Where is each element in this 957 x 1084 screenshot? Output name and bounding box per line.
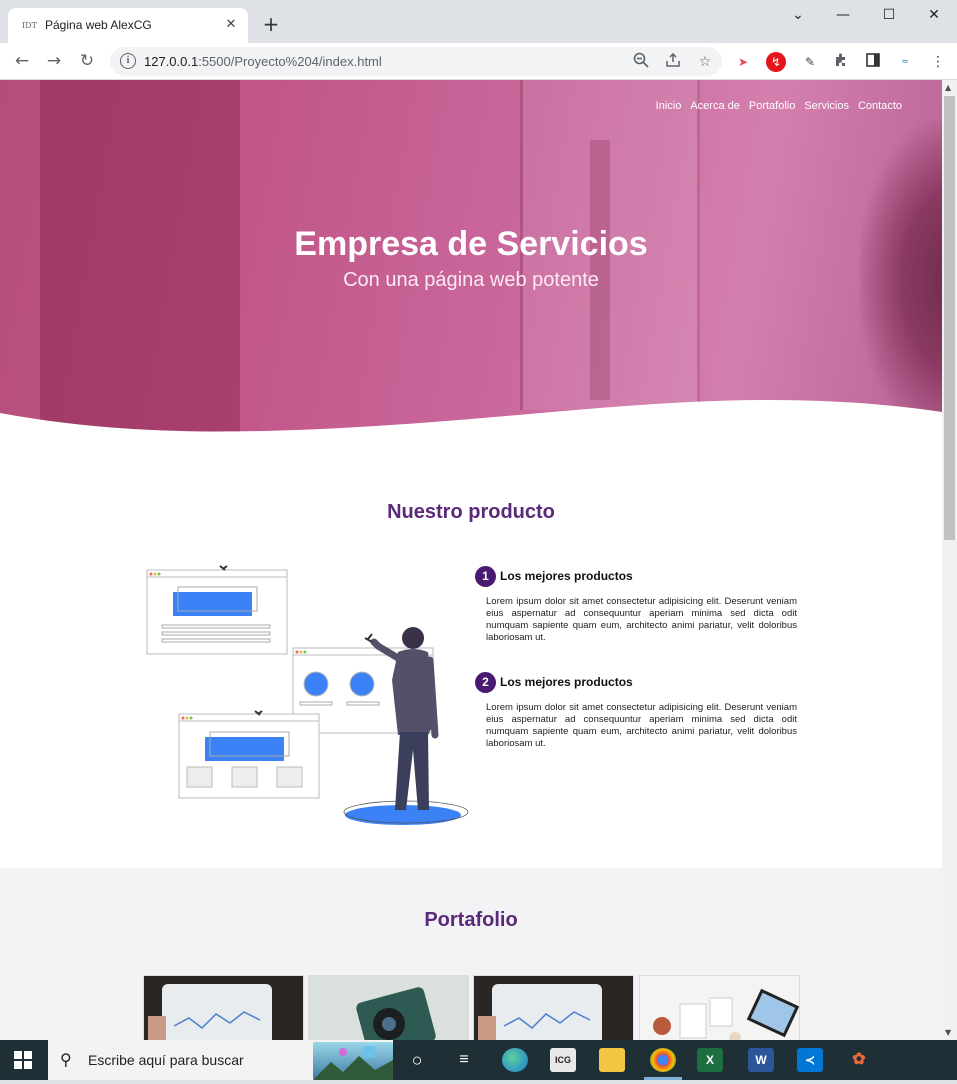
hero-banner: Inicio Acerca de Portafolio Servicios Co… — [0, 80, 942, 435]
share-icon[interactable] — [663, 52, 683, 72]
search-highlight-illustration — [313, 1042, 393, 1080]
task-view-icon[interactable]: ≡ — [451, 1048, 477, 1072]
page-viewport: Inicio Acerca de Portafolio Servicios Co… — [0, 80, 942, 1040]
icg-app-icon[interactable]: ICG — [550, 1048, 576, 1072]
reload-icon[interactable]: ↻ — [76, 50, 98, 72]
scroll-down-arrow-icon[interactable]: ▼ — [945, 1028, 951, 1037]
nav-link-portafolio[interactable]: Portafolio — [749, 100, 795, 112]
scrollbar-thumb[interactable] — [944, 96, 955, 540]
url-host: 127.0.0.1 — [144, 54, 199, 69]
browser-toolbar: ← → ↻ i 127.0.0.1:5500/Proyecto%204/inde… — [0, 43, 957, 80]
product-section-title: Nuestro producto — [387, 501, 555, 523]
taskbar-search-placeholder: Escribe aquí para buscar — [88, 1052, 244, 1068]
feature-description: Lorem ipsum dolor sit amet consectetur a… — [486, 702, 797, 749]
profile-avatar-icon[interactable]: ≈ — [893, 52, 917, 72]
paint-app-icon[interactable]: ✿ — [846, 1048, 872, 1072]
url-path: :5500/Proyecto%204/index.html — [198, 54, 382, 69]
extensions-puzzle-icon[interactable] — [831, 52, 851, 72]
hero-title: Empresa de Servicios — [294, 225, 648, 263]
extension-adblock-icon[interactable]: ↯ — [766, 52, 786, 72]
tab-close-icon[interactable]: ✕ — [222, 16, 240, 34]
feature-title: Los mejores productos — [500, 675, 633, 689]
windows-taskbar: ⚲ Escribe aquí para buscar ○ ≡ ICG X W ≺… — [0, 1040, 957, 1080]
windows-start-icon[interactable] — [14, 1051, 32, 1069]
nav-link-servicios[interactable]: Servicios — [804, 100, 849, 112]
portfolio-section: Portafolio — [0, 868, 942, 1040]
nav-link-inicio[interactable]: Inicio — [656, 100, 682, 112]
hero-subtitle: Con una página web potente — [343, 269, 599, 291]
feature-item: 1 Los mejores productos Lorem ipsum dolo… — [475, 566, 797, 666]
tab-title: Página web AlexCG — [45, 18, 152, 32]
maximize-button[interactable]: ☐ — [866, 0, 912, 32]
portfolio-section-title: Portafolio — [424, 909, 518, 931]
feature-title: Los mejores productos — [500, 569, 633, 583]
word-icon[interactable]: W — [748, 1048, 774, 1072]
browser-tab[interactable]: IDT Página web AlexCG ✕ — [8, 8, 248, 43]
side-panel-icon[interactable] — [863, 52, 883, 72]
scroll-up-arrow-icon[interactable]: ▲ — [945, 83, 951, 92]
bookmark-star-icon[interactable]: ☆ — [695, 52, 715, 72]
tab-search-button[interactable]: ⌄ — [775, 0, 821, 32]
page-scrollbar[interactable]: ▲ ▼ — [942, 80, 957, 1040]
portfolio-item-tablet[interactable] — [143, 975, 304, 1040]
product-illustration — [146, 565, 469, 825]
feature-description: Lorem ipsum dolor sit amet consectetur a… — [486, 596, 797, 643]
cortana-circle-icon[interactable]: ○ — [404, 1048, 430, 1072]
site-favicon-icon: IDT — [22, 21, 37, 30]
browser-tabstrip: IDT Página web AlexCG ✕ + ⌄ — ☐ ✕ — [0, 0, 957, 43]
extension-redirect-icon[interactable]: ➤ — [733, 52, 753, 72]
new-tab-button[interactable]: + — [260, 13, 282, 35]
url-text[interactable]: 127.0.0.1:5500/Proyecto%204/index.html — [144, 54, 382, 69]
excel-icon[interactable]: X — [697, 1048, 723, 1072]
edge-browser-icon[interactable] — [502, 1048, 528, 1072]
zoom-icon[interactable] — [631, 52, 651, 72]
back-arrow-icon[interactable]: ← — [11, 50, 33, 72]
file-explorer-icon[interactable] — [599, 1048, 625, 1072]
portfolio-item-desk[interactable] — [639, 975, 800, 1040]
feature-item: 2 Los mejores productos Lorem ipsum dolo… — [475, 672, 797, 772]
main-nav: Inicio Acerca de Portafolio Servicios Co… — [656, 100, 902, 112]
minimize-button[interactable]: — — [820, 0, 866, 32]
feature-number-badge: 2 — [475, 672, 496, 693]
search-icon: ⚲ — [60, 1050, 72, 1069]
close-window-button[interactable]: ✕ — [911, 0, 957, 32]
forward-arrow-icon[interactable]: → — [43, 50, 65, 72]
nav-link-contacto[interactable]: Contacto — [858, 100, 902, 112]
vscode-icon[interactable]: ≺ — [797, 1048, 823, 1072]
feature-number-badge: 1 — [475, 566, 496, 587]
site-info-icon[interactable]: i — [120, 53, 136, 69]
taskbar-search-box[interactable]: ⚲ Escribe aquí para buscar — [48, 1040, 393, 1080]
chrome-browser-icon[interactable] — [650, 1048, 676, 1072]
portfolio-item-tablet[interactable] — [473, 975, 634, 1040]
nav-link-acerca-de[interactable]: Acerca de — [690, 100, 740, 112]
address-bar[interactable]: i 127.0.0.1:5500/Proyecto%204/index.html… — [110, 47, 722, 76]
chrome-menu-icon[interactable]: ⋮ — [928, 52, 948, 72]
extension-eyedropper-icon[interactable]: ✎ — [800, 52, 820, 72]
portfolio-item-camera[interactable] — [308, 975, 469, 1040]
